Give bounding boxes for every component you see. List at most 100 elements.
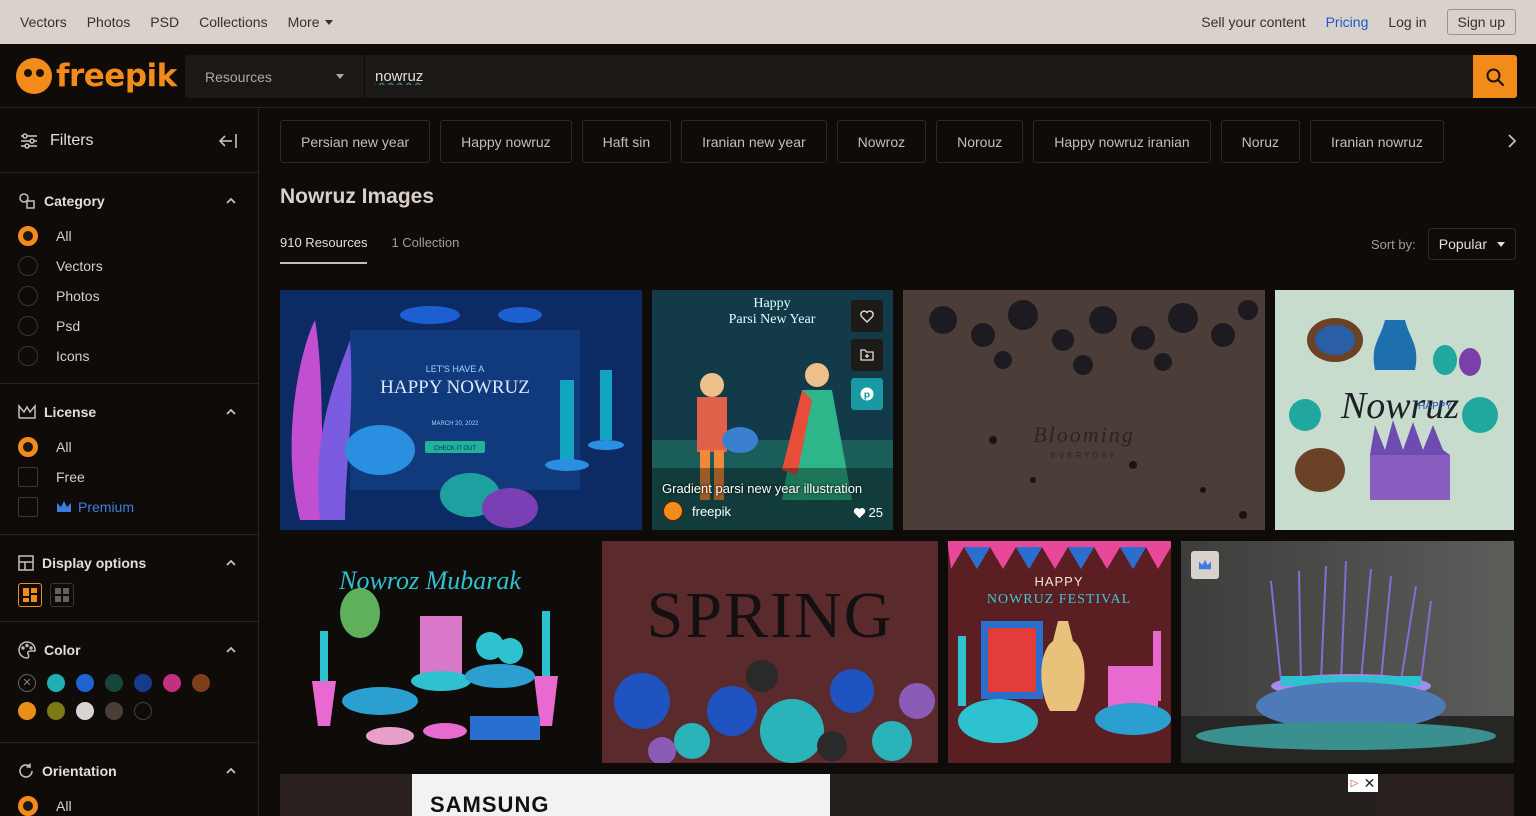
radio-button[interactable] — [18, 316, 38, 336]
result-image-nowroz-mubarak[interactable]: Nowroz Mubarak — [280, 541, 592, 763]
category-option-icons[interactable]: Icons — [18, 341, 240, 371]
author-avatar — [662, 500, 684, 522]
result-image-happy-nowruz-icons[interactable]: Nowruz HAPPY — [1275, 290, 1514, 530]
tag-persian-new-year[interactable]: Persian new year — [280, 120, 431, 163]
image-text: EVERYDAY — [1051, 451, 1118, 460]
tag-nowroz[interactable]: Nowroz — [836, 120, 927, 163]
orientation-title: Orientation — [42, 763, 117, 779]
save-to-collection-button[interactable] — [851, 339, 883, 371]
color-swatch[interactable] — [76, 674, 94, 692]
author-link[interactable]: freepik — [662, 500, 731, 522]
category-option-vectors[interactable]: Vectors — [18, 251, 240, 281]
chevron-down-icon — [1497, 241, 1505, 247]
color-swatch[interactable] — [76, 702, 94, 720]
tab-collections[interactable]: 1 Collection — [391, 235, 459, 264]
category-header[interactable]: Category — [18, 189, 240, 213]
logo-text: freepik — [56, 58, 177, 94]
license-option-all[interactable]: All — [18, 432, 240, 462]
result-image-blooming-everyday[interactable]: Blooming EVERYDAY — [903, 290, 1265, 530]
color-swatch[interactable] — [18, 702, 36, 720]
checkbox[interactable] — [18, 497, 38, 517]
result-image-sabzeh-photo[interactable] — [1181, 541, 1514, 763]
nav-psd[interactable]: PSD — [150, 14, 179, 30]
grid-view-button[interactable] — [50, 583, 74, 607]
orientation-header[interactable]: Orientation — [18, 759, 240, 783]
radio-button[interactable] — [18, 256, 38, 276]
license-option-premium[interactable]: Premium — [18, 492, 240, 522]
sell-content-link[interactable]: Sell your content — [1201, 14, 1305, 30]
display-options-header[interactable]: Display options — [18, 551, 240, 575]
color-swatch[interactable] — [163, 674, 181, 692]
freepik-logo[interactable]: freepik — [16, 54, 177, 98]
tags-scroll-right[interactable] — [1456, 109, 1536, 173]
grid-icon — [55, 588, 69, 602]
color-swatch[interactable] — [47, 674, 65, 692]
nav-collections[interactable]: Collections — [199, 14, 267, 30]
tag-noruz[interactable]: Noruz — [1220, 120, 1301, 163]
image-illustration: Nowroz Mubarak — [280, 541, 592, 763]
ad-close-controls[interactable]: ▷ ✕ — [1348, 774, 1378, 792]
color-header[interactable]: Color — [18, 638, 240, 662]
signup-button[interactable]: Sign up — [1446, 9, 1516, 35]
radio-button[interactable] — [18, 346, 38, 366]
pricing-link[interactable]: Pricing — [1326, 14, 1369, 30]
nav-photos[interactable]: Photos — [87, 14, 131, 30]
color-swatch[interactable] — [134, 702, 152, 720]
radio-button[interactable] — [18, 437, 38, 457]
license-option-free[interactable]: Free — [18, 462, 240, 492]
tag-iranian-nowruz[interactable]: Iranian nowruz — [1310, 120, 1444, 163]
search-button[interactable] — [1473, 55, 1517, 98]
image-illustration: LET'S HAVE A HAPPY NOWRUZ MARCH 20, 2022… — [280, 290, 642, 530]
option-label: Vectors — [56, 258, 103, 274]
tag-iranian-new-year[interactable]: Iranian new year — [681, 120, 827, 163]
tab-resources[interactable]: 910 Resources — [280, 235, 368, 264]
nav-vectors[interactable]: Vectors — [20, 14, 67, 30]
checkbox[interactable] — [18, 467, 38, 487]
tag-happy-nowruz[interactable]: Happy nowruz — [440, 120, 572, 163]
category-option-psd[interactable]: Psd — [18, 311, 240, 341]
radio-button[interactable] — [18, 286, 38, 306]
resource-type-select[interactable]: Resources — [185, 55, 365, 98]
result-image-parsi-new-year[interactable]: Happy Parsi New Year p Gradient parsi ne… — [652, 290, 893, 530]
radio-button[interactable] — [18, 226, 38, 246]
color-swatch[interactable] — [134, 674, 152, 692]
no-color-swatch[interactable]: ✕ — [18, 674, 36, 692]
search-bar: Resources — [185, 55, 1517, 98]
display-options: Display options — [0, 535, 258, 622]
category-option-photos[interactable]: Photos — [18, 281, 240, 311]
pinterest-button[interactable]: p — [851, 378, 883, 410]
rotate-icon — [19, 763, 33, 778]
color-swatch[interactable] — [192, 674, 210, 692]
category-option-all[interactable]: All — [18, 221, 240, 251]
search-input[interactable] — [365, 55, 1473, 98]
heart-outline-icon — [860, 309, 874, 323]
ad-content: SAMSUNG ▷ ✕ — [412, 774, 1382, 816]
color-swatch[interactable] — [47, 702, 65, 720]
color-swatch[interactable] — [105, 702, 123, 720]
color-swatches: ✕ — [18, 674, 218, 742]
orientation-option-all[interactable]: All — [18, 791, 240, 816]
close-icon: ✕ — [1363, 774, 1376, 791]
nav-more[interactable]: More — [288, 14, 334, 30]
tag-haft-sin[interactable]: Haft sin — [581, 120, 672, 163]
advertisement-banner[interactable]: SAMSUNG ▷ ✕ — [280, 774, 1514, 816]
top-nav-links: Vectors Photos PSD Collections More — [20, 14, 353, 30]
image-title[interactable]: Gradient parsi new year illustration — [662, 481, 862, 496]
masonry-view-button[interactable] — [18, 583, 42, 607]
result-image-spring-flowers[interactable]: SPRING — [602, 541, 938, 763]
sort-select[interactable]: Popular — [1427, 228, 1516, 260]
result-image-nowruz-festival[interactable]: HAPPY NOWRUZ FESTIVAL — [948, 541, 1171, 763]
radio-button[interactable] — [18, 796, 38, 816]
tag-norouz[interactable]: Norouz — [936, 120, 1024, 163]
result-image-happy-nowruz-banner[interactable]: LET'S HAVE A HAPPY NOWRUZ MARCH 20, 2022… — [280, 290, 642, 530]
license-header[interactable]: License — [18, 400, 240, 424]
like-button[interactable] — [851, 300, 883, 332]
color-swatch[interactable] — [105, 674, 123, 692]
login-link[interactable]: Log in — [1388, 14, 1426, 30]
collapse-sidebar-icon[interactable] — [218, 133, 238, 149]
option-label: Photos — [56, 288, 100, 304]
image-text: Parsi New Year — [729, 312, 816, 327]
nav-more-label: More — [287, 14, 320, 30]
tag-happy-nowruz-iranian[interactable]: Happy nowruz iranian — [1033, 120, 1211, 163]
chevron-up-icon — [226, 560, 236, 566]
